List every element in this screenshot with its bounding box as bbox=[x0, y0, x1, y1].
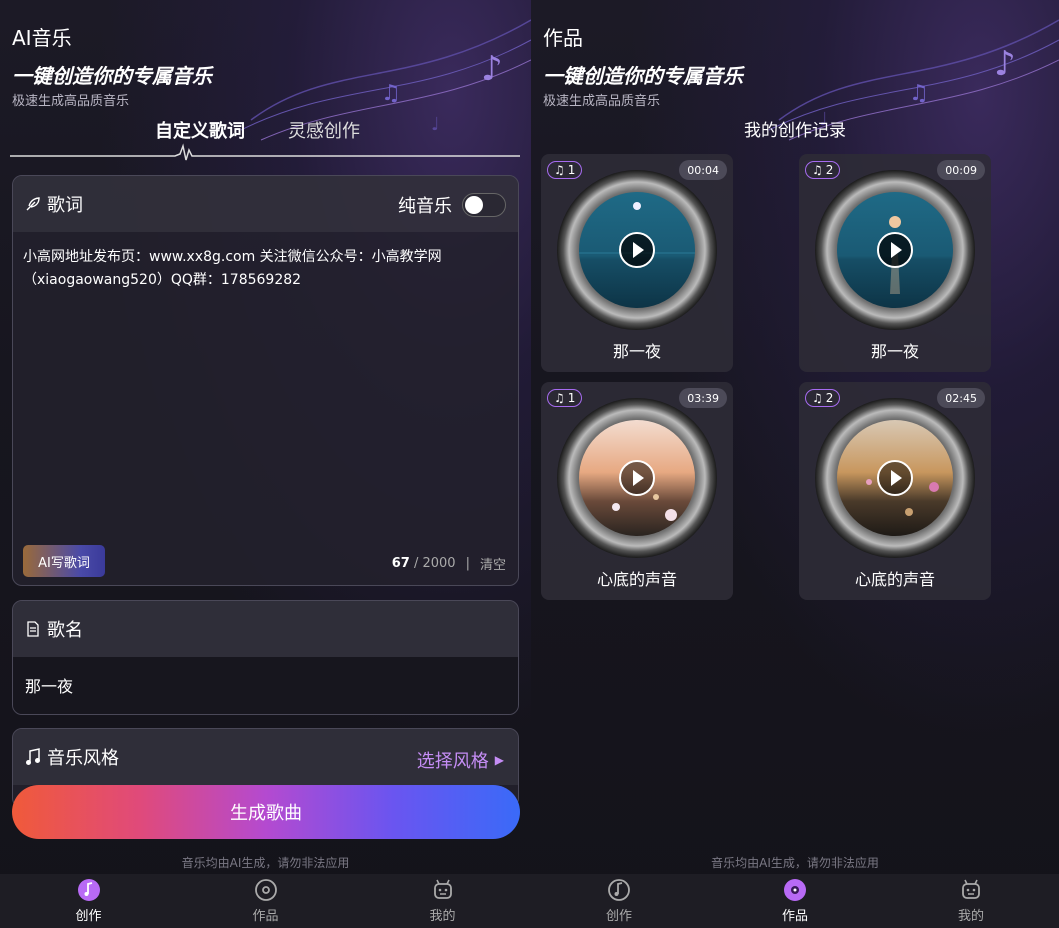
nav-mine[interactable]: 我的 bbox=[354, 874, 531, 928]
bottom-nav: 创作 作品 我的 bbox=[531, 874, 1059, 928]
bottom-nav: 创作 作品 我的 bbox=[0, 874, 531, 928]
disc-icon bbox=[254, 879, 277, 901]
nav-works-label: 作品 bbox=[781, 909, 808, 924]
vinyl-cover bbox=[557, 170, 717, 330]
work-card[interactable]: ♫ 1 00:04 那一夜 bbox=[541, 154, 733, 372]
work-title: 心底的声音 bbox=[596, 570, 677, 589]
work-card[interactable]: ♫ 1 03:39 心底的声音 bbox=[541, 382, 733, 600]
separator: | bbox=[465, 556, 470, 571]
svg-text:♫: ♫ bbox=[381, 81, 401, 106]
disc-icon bbox=[784, 879, 806, 901]
nav-create[interactable]: 创作 bbox=[531, 874, 707, 928]
char-count: 67 bbox=[391, 556, 410, 571]
music-note-icon bbox=[26, 748, 40, 765]
song-name-label: 歌名 bbox=[47, 620, 83, 641]
robot-icon bbox=[962, 879, 980, 899]
music-style-label: 音乐风格 bbox=[47, 748, 119, 769]
work-card[interactable]: ♫ 2 00:09 那一夜 bbox=[799, 154, 991, 372]
nav-mine-label: 我的 bbox=[957, 909, 984, 924]
song-name-input[interactable]: 那一夜 bbox=[13, 657, 518, 714]
tab-inspiration[interactable]: 灵感创作 bbox=[288, 117, 360, 143]
music-note-icon bbox=[77, 879, 100, 901]
nav-create-label: 创作 bbox=[75, 909, 102, 924]
ai-write-lyrics-button[interactable]: AI写歌词 bbox=[23, 545, 105, 577]
feather-icon bbox=[26, 197, 40, 211]
subheadline: 极速生成高品质音乐 bbox=[12, 94, 130, 109]
headline: 一键创造你的专属音乐 bbox=[12, 64, 212, 88]
disclaimer: 音乐均由AI生成，请勿非法应用 bbox=[711, 856, 879, 870]
svg-text:♪: ♪ bbox=[994, 44, 1016, 84]
pure-music-toggle[interactable] bbox=[462, 193, 506, 217]
nav-mine-label: 我的 bbox=[429, 909, 456, 924]
vinyl-cover bbox=[815, 170, 975, 330]
vinyl-cover bbox=[557, 398, 717, 558]
music-note-icon bbox=[608, 879, 630, 901]
select-style-text: 选择风格 bbox=[416, 751, 489, 772]
nav-mine[interactable]: 我的 bbox=[883, 874, 1059, 928]
lyrics-textarea[interactable]: 小高网地址发布页：www.xx8g.com 关注微信公众号：小高教学网（xiao… bbox=[23, 246, 503, 292]
mode-tabs: 自定义歌词 灵感创作 bbox=[0, 112, 531, 162]
char-counter: 67 / 2000 | 清空 bbox=[392, 554, 506, 573]
disclaimer: 音乐均由AI生成，请勿非法应用 bbox=[181, 856, 350, 870]
nav-create-label: 创作 bbox=[605, 909, 632, 924]
nav-works[interactable]: 作品 bbox=[177, 874, 354, 928]
section-title: 我的创作记录 bbox=[744, 121, 846, 141]
work-card[interactable]: ♫ 2 02:45 心底的声音 bbox=[799, 382, 991, 600]
work-title: 那一夜 bbox=[612, 342, 661, 361]
select-style-link[interactable]: 选择风格 ▶ bbox=[417, 747, 504, 773]
nav-works-label: 作品 bbox=[252, 909, 279, 924]
svg-text:♪: ♪ bbox=[481, 49, 503, 89]
pure-music-toggle-group: 纯音乐 bbox=[398, 192, 506, 218]
char-max: / 2000 bbox=[413, 556, 456, 571]
nav-works[interactable]: 作品 bbox=[707, 874, 883, 928]
work-title: 那一夜 bbox=[870, 342, 919, 361]
robot-icon bbox=[433, 879, 452, 899]
headline: 一键创造你的专属音乐 bbox=[543, 64, 743, 88]
clear-button[interactable]: 清空 bbox=[480, 554, 506, 573]
page-title: AI音乐 bbox=[12, 26, 72, 50]
create-screen: ♪ ♫ ♩ AI音乐 一键创造你的专属音乐 极速生成高品质音乐 自定义歌词 灵感… bbox=[0, 0, 531, 928]
toggle-knob bbox=[465, 196, 483, 214]
lyrics-label: 歌词 bbox=[47, 195, 83, 216]
pure-music-label: 纯音乐 bbox=[398, 196, 452, 217]
svg-text:♫: ♫ bbox=[909, 81, 929, 106]
subheadline: 极速生成高品质音乐 bbox=[543, 94, 661, 109]
triangle-right-icon: ▶ bbox=[494, 753, 504, 767]
tab-custom-lyrics[interactable]: 自定义歌词 bbox=[155, 117, 245, 143]
generate-song-button[interactable]: 生成歌曲 bbox=[12, 785, 520, 839]
lyrics-card: 歌词 纯音乐 小高网地址发布页：www.xx8g.com 关注微信公众号：小高教… bbox=[12, 175, 519, 586]
tab-waveform-indicator bbox=[10, 143, 520, 161]
song-name-header: 歌名 bbox=[13, 601, 518, 657]
page-title: 作品 bbox=[543, 26, 583, 50]
song-name-card: 歌名 那一夜 bbox=[12, 600, 519, 715]
document-icon bbox=[27, 621, 39, 637]
works-screen: ♪ ♫ ♩ 作品 一键创造你的专属音乐 极速生成高品质音乐 我的创作记录 ♫ 1 … bbox=[531, 0, 1059, 928]
vinyl-cover bbox=[815, 398, 975, 558]
nav-create[interactable]: 创作 bbox=[0, 874, 177, 928]
work-title: 心底的声音 bbox=[854, 570, 935, 589]
